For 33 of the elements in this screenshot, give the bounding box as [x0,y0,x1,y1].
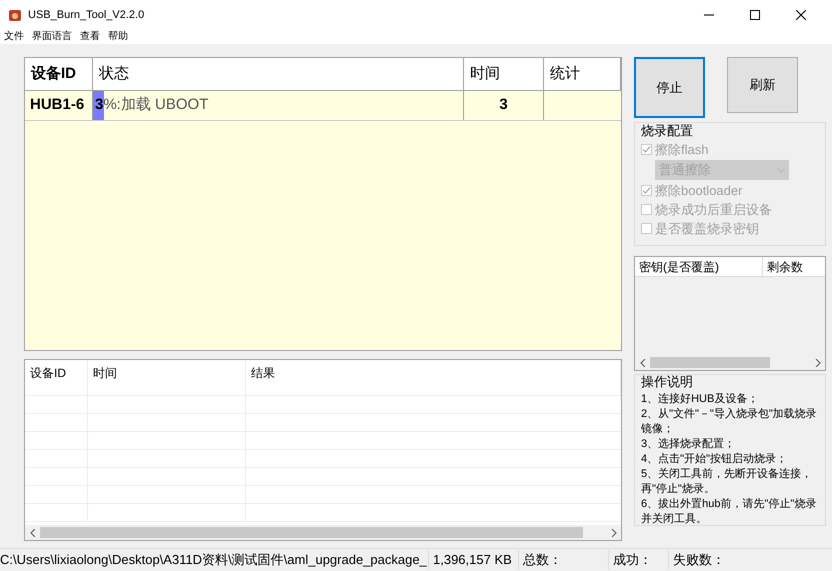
menu-item[interactable]: 查看 [80,32,100,42]
column-header[interactable]: 时间 [88,360,246,395]
status-text: 成功： [608,550,668,570]
status-text: 总数： [518,550,608,570]
menu-item[interactable]: 文件 [4,32,24,42]
table-cell: 3 [464,91,544,120]
menu-item[interactable]: 界面语言 [32,32,72,42]
status-text: 1,396,157 KB [428,550,518,570]
group-title: 操作说明 [641,374,694,390]
column-header[interactable]: 统计 [544,58,621,90]
scroll-thumb[interactable] [40,527,584,538]
app-icon [8,8,22,22]
action-button[interactable]: 刷新 [727,57,798,113]
action-button[interactable]: 停止 [634,57,705,118]
window-title: USB_Burn_Tool_V2.2.0 [28,8,144,23]
column-header[interactable]: 结果 [246,360,621,395]
group-title: 烧录配置 [641,123,694,139]
menu-item[interactable]: 帮助 [108,32,128,42]
checkbox-label: 烧录成功后重启设备 [655,200,772,219]
status-text: C:\Users\lixiaolong\Desktop\A311D资料\测试固件\aml_upgrade_package_ [0,551,428,570]
column-header[interactable]: 时间 [464,58,544,90]
horizontal-scrollbar[interactable] [25,525,621,540]
column-header[interactable]: 剩余数 [763,257,825,276]
column-header[interactable]: 状态 [93,58,464,90]
checkbox-label: 是否覆盖烧录密钥 [655,220,759,238]
instructions-text: 1、连接好HUB及设备； 2、从"文件"－"导入烧录包"加载烧录镜像； 3、选择烧录配置； 4、点击"开始"按钮启动烧录； 5、关闭工具前，先断开设备连接，再"停止"烧录。 6、拔出外置hub前，请先"停止"烧录并关闭工具。 [641,392,818,527]
column-header[interactable]: 设备ID [25,360,88,395]
checkbox-label: 擦除bootloader [655,182,742,200]
column-header[interactable]: 密钥(是否覆盖) [635,257,763,276]
status-text: 失败数： [668,550,758,570]
checkbox-label: 擦除flash [655,140,708,159]
column-header[interactable]: 设备ID [25,58,93,90]
scroll-thumb[interactable] [650,357,770,368]
